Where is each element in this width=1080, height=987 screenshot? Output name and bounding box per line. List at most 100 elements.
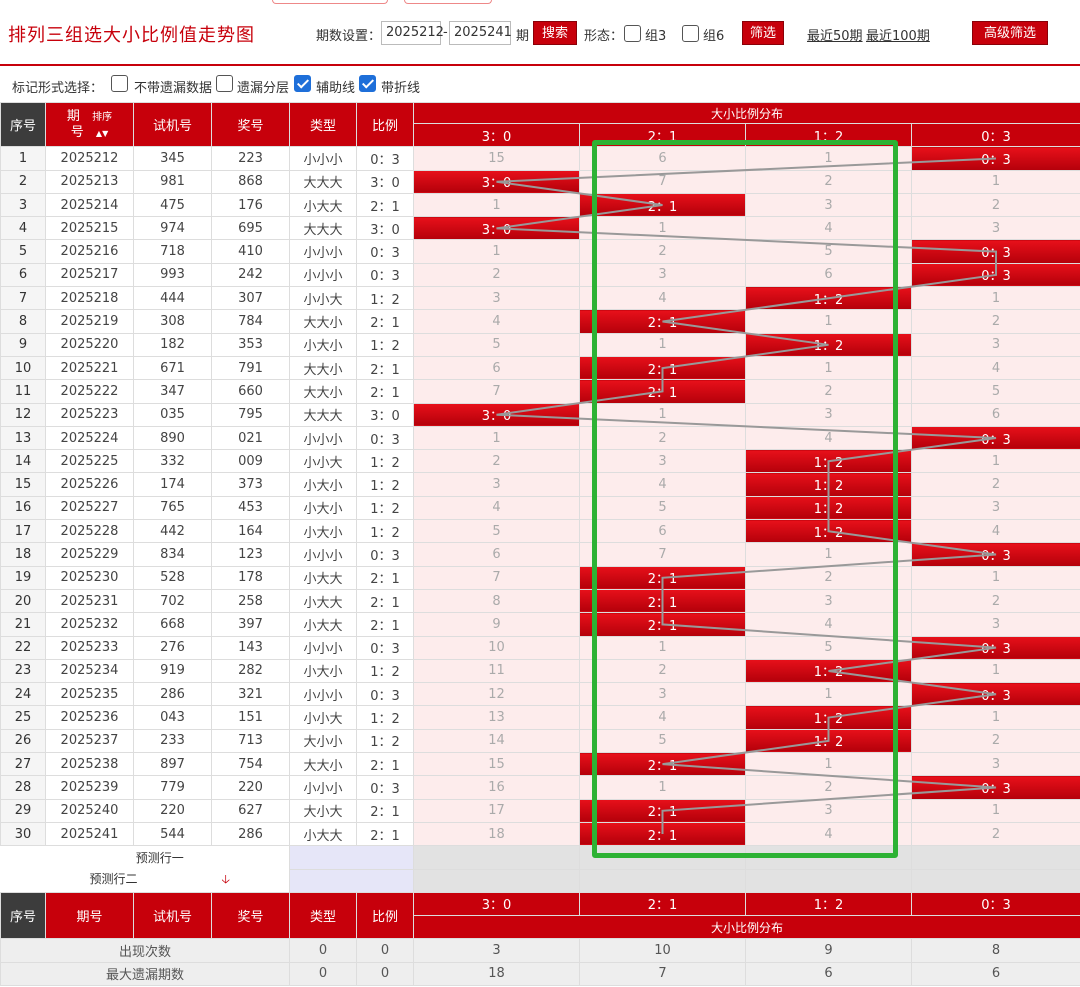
dist-omission-cell: 5: [745, 239, 912, 264]
opt-omission-layer-checkbox[interactable]: [216, 75, 233, 92]
row-seq: 30: [0, 821, 46, 847]
dist-hit-cell: 1：2: [745, 449, 912, 474]
row-type: 大大小: [289, 379, 357, 404]
opt-omission-layer-label: 遗漏分层: [237, 81, 290, 96]
row-prize: 123: [211, 542, 290, 567]
row-ratio: 2：1: [356, 565, 414, 590]
table-row: 29 2025240 220 627 大小大 2：1 17 2：1 3 1: [0, 798, 1080, 823]
row-issue: 2025218: [45, 286, 134, 311]
row-type: 小小小: [289, 239, 357, 264]
opt-no-omission-checkbox[interactable]: [111, 75, 128, 92]
row-ratio: 1：2: [356, 705, 414, 730]
dist-omission-cell: 3: [579, 449, 746, 474]
table-row: 24 2025235 286 321 小小小 0：3 12 3 1 0：3: [0, 682, 1080, 707]
opt-polyline-checkbox[interactable]: [359, 75, 376, 92]
row-type: 小大大: [289, 588, 357, 614]
table-row: 25 2025236 043 151 小小大 1：2 13 4 1：2 1: [0, 705, 1080, 730]
row-issue: 2025226: [45, 472, 134, 497]
predict-cell[interactable]: [289, 868, 414, 893]
row-type: 大大小: [289, 355, 357, 381]
dist-omission-cell: 1: [910, 798, 1080, 823]
predict-cell[interactable]: [910, 868, 1080, 893]
row-issue: 2025222: [45, 379, 134, 404]
opt-no-omission-label: 不带遗漏数据: [134, 81, 213, 96]
table-row: 13 2025224 890 021 小小小 0：3 1 2 4 0：3: [0, 425, 1080, 451]
recent-100-link[interactable]: 最近100期: [866, 25, 930, 44]
row-type: 小大小: [289, 332, 357, 357]
row-prize: 223: [211, 146, 290, 171]
group6-checkbox[interactable]: [682, 25, 699, 42]
search-button[interactable]: 搜索: [533, 21, 577, 45]
dist-omission-cell: 3: [579, 262, 746, 288]
row-seq: 6: [0, 262, 46, 288]
recent-50-link[interactable]: 最近50期: [807, 25, 863, 44]
dist-omission-cell: 4: [910, 355, 1080, 381]
row-ratio: 2：1: [356, 588, 414, 614]
opt-guide-line-checkbox[interactable]: [294, 75, 311, 92]
filter-button[interactable]: 筛选: [742, 21, 784, 45]
stat-cell: 18: [413, 961, 580, 986]
table-row: 12 2025223 035 795 大大大 3：0 3：0 1 3 6: [0, 402, 1080, 427]
predict-cell[interactable]: [413, 868, 580, 893]
dist-omission-cell: 3: [745, 588, 912, 614]
dist-omission-cell: 7: [413, 565, 580, 590]
page-title: 排列三组选大小比例值走势图: [8, 25, 255, 46]
row-issue: 2025220: [45, 332, 134, 357]
sort-arrows-icon[interactable]: ▲▼: [96, 129, 108, 138]
arrow-down-icon[interactable]: 🡣: [221, 872, 230, 886]
row-type: 小大大: [289, 612, 357, 637]
row-prize: 258: [211, 588, 290, 614]
row-prize: 307: [211, 286, 290, 311]
predict-cell[interactable]: [745, 845, 912, 870]
predict-cell[interactable]: [579, 868, 746, 893]
period-to-input[interactable]: 2025241: [449, 21, 512, 45]
dist-omission-cell: 1: [579, 402, 746, 427]
row-ratio: 2：1: [356, 355, 414, 381]
dist-omission-cell: 5: [745, 635, 912, 660]
table-row: 30 2025241 544 286 小大大 2：1 18 2：1 4 2: [0, 821, 1080, 847]
col-issue[interactable]: 期 排序 号 ▲▼: [45, 101, 134, 148]
tab-stub[interactable]: [404, 0, 492, 4]
row-type: 大大大: [289, 402, 357, 427]
group3-checkbox[interactable]: [624, 25, 641, 42]
period-from-input[interactable]: 2025212: [381, 21, 444, 45]
predict-cell[interactable]: [289, 845, 414, 870]
predict-cell[interactable]: [413, 845, 580, 870]
foot-dist-col-1-2: 1：2: [745, 891, 912, 917]
dist-omission-cell: 2: [745, 379, 912, 404]
dist-omission-cell: 1: [579, 635, 746, 660]
dist-omission-cell: 8: [413, 588, 580, 614]
col-type: 类型: [289, 101, 357, 148]
dist-col-0-3: 0：3: [910, 122, 1080, 148]
predict-cell[interactable]: [745, 868, 912, 893]
row-type: 小大小: [289, 472, 357, 497]
advanced-filter-button[interactable]: 高级筛选: [972, 21, 1048, 45]
dist-hit-cell: 0：3: [910, 146, 1080, 171]
dist-hit-cell: 2：1: [579, 192, 746, 218]
sort-button[interactable]: 排序: [92, 112, 112, 123]
row-seq: 23: [0, 658, 46, 684]
dist-omission-cell: 3: [910, 612, 1080, 637]
foot-col-type: 类型: [289, 891, 357, 940]
dist-omission-cell: 3: [910, 216, 1080, 241]
predict-row-2[interactable]: 预测行二 🡣: [1, 869, 290, 892]
row-trial: 702: [133, 588, 212, 614]
row-prize: 286: [211, 821, 290, 847]
row-prize: 795: [211, 402, 290, 427]
predict-row-1[interactable]: 预测行一: [1, 846, 290, 869]
table-row: 17 2025228 442 164 小大小 1：2 5 6 1：2 4: [0, 519, 1080, 544]
predict-cell[interactable]: [910, 845, 1080, 870]
dist-omission-cell: 14: [413, 728, 580, 754]
table-row: 8 2025219 308 784 大大小 2：1 4 2：1 1 2: [0, 309, 1080, 334]
dist-omission-cell: 7: [413, 379, 580, 404]
row-issue: 2025232: [45, 612, 134, 637]
dist-omission-cell: 15: [413, 752, 580, 777]
predict-cell[interactable]: [579, 845, 746, 870]
foot-col-dist: 大小比例分布: [412, 915, 1080, 940]
stat-cell: 0: [356, 961, 414, 986]
row-type: 小小小: [289, 775, 357, 800]
tab-stub[interactable]: [272, 0, 388, 4]
dist-omission-cell: 7: [579, 542, 746, 567]
row-seq: 21: [0, 612, 46, 637]
row-ratio: 1：2: [356, 472, 414, 497]
